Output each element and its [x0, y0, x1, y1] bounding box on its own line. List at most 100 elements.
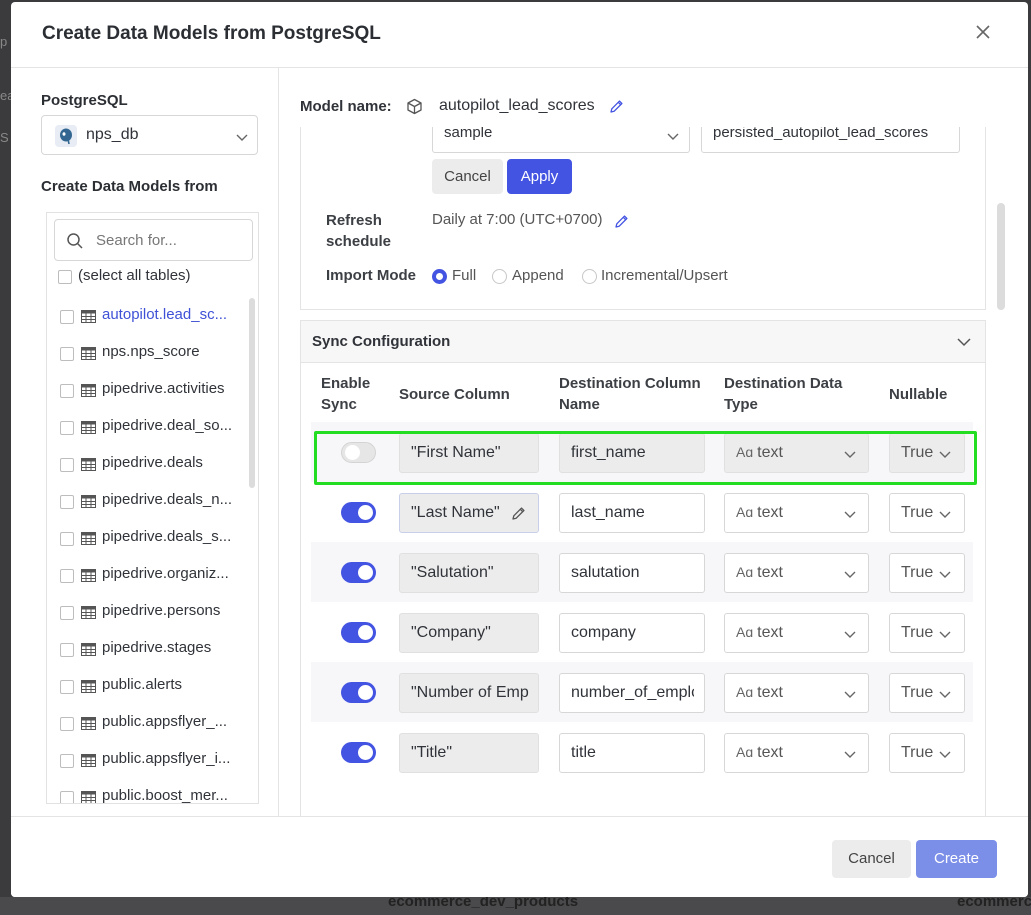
import-mode-full-label: Full — [452, 267, 477, 284]
table-icon — [81, 754, 96, 767]
table-checkbox[interactable] — [60, 458, 74, 472]
table-checkbox[interactable] — [60, 791, 74, 803]
close-icon[interactable] — [972, 21, 994, 43]
data-type-select[interactable]: Aɑ text — [724, 733, 869, 773]
toggle-knob — [358, 565, 373, 580]
pencil-icon[interactable] — [608, 98, 625, 115]
table-list-item[interactable]: nps.nps_score — [47, 335, 247, 372]
table-checkbox[interactable] — [60, 532, 74, 546]
data-type-select[interactable]: Aɑ text — [724, 553, 869, 593]
dialog-title: Create Data Models from PostgreSQL — [42, 23, 381, 44]
table-name-input[interactable]: persisted_autopilot_lead_scores — [701, 127, 960, 153]
cancel-button[interactable]: Cancel — [432, 159, 503, 194]
table-list-item[interactable]: public.appsflyer_... — [47, 705, 247, 742]
enable-sync-toggle[interactable] — [341, 562, 376, 583]
enable-sync-toggle[interactable] — [341, 442, 376, 463]
nullable-select[interactable]: True — [889, 733, 965, 773]
table-list-item[interactable]: pipedrive.deals — [47, 446, 247, 483]
data-type-select[interactable]: Aɑ text — [724, 493, 869, 533]
data-type-value: text — [757, 504, 783, 521]
data-type-select[interactable]: Aɑ text — [724, 673, 869, 713]
destination-name-input[interactable]: salutation — [559, 553, 705, 593]
source-column-cell[interactable]: "Last Name" — [399, 493, 539, 533]
text-type-icon: Aɑ — [736, 504, 754, 520]
import-mode-full-radio[interactable] — [432, 269, 447, 284]
table-list-item[interactable]: pipedrive.activities — [47, 372, 247, 409]
settings-scrollbar[interactable] — [997, 203, 1005, 310]
chevron-down-icon[interactable] — [957, 335, 971, 349]
nullable-select[interactable]: True — [889, 553, 965, 593]
import-mode-append-label: Append — [512, 267, 564, 284]
destination-name-input[interactable]: title — [559, 733, 705, 773]
table-checkbox[interactable] — [60, 347, 74, 361]
model-settings: sample persisted_autopilot_lead_scores C… — [300, 127, 986, 310]
pencil-icon[interactable] — [510, 505, 527, 522]
enable-sync-toggle[interactable] — [341, 682, 376, 703]
table-icon — [81, 606, 96, 619]
create-button[interactable]: Create — [916, 840, 997, 878]
table-list-item[interactable]: pipedrive.deals_n... — [47, 483, 247, 520]
select-all-checkbox[interactable] — [58, 270, 72, 284]
sync-config-header[interactable]: Sync Configuration — [301, 321, 985, 363]
chevron-down-icon — [939, 691, 951, 698]
tables-scrollbar[interactable] — [249, 298, 255, 488]
table-icon — [81, 643, 96, 656]
table-list-item[interactable]: public.appsflyer_i... — [47, 742, 247, 779]
table-icon — [81, 310, 96, 323]
data-type-select[interactable]: Aɑ text — [724, 613, 869, 653]
nullable-select: True — [889, 433, 965, 473]
table-list-item[interactable]: pipedrive.persons — [47, 594, 247, 631]
import-mode-append-radio[interactable] — [492, 269, 507, 284]
nullable-value: True — [901, 504, 934, 521]
table-checkbox[interactable] — [60, 310, 74, 324]
table-name: public.alerts — [102, 676, 183, 693]
footer-cancel-button[interactable]: Cancel — [832, 840, 911, 878]
schema-select[interactable]: sample — [432, 127, 690, 153]
search-input[interactable] — [94, 230, 244, 250]
destination-name-input[interactable]: number_of_emplo — [559, 673, 705, 713]
chevron-down-icon — [939, 631, 951, 638]
nullable-select[interactable]: True — [889, 673, 965, 713]
table-list-item[interactable]: public.alerts — [47, 668, 247, 705]
nullable-select[interactable]: True — [889, 613, 965, 653]
sync-row: "Company" company Aɑ text True — [311, 602, 973, 662]
destination-name-value: title — [571, 744, 596, 761]
destination-name-input[interactable]: last_name — [559, 493, 705, 533]
table-checkbox[interactable] — [60, 384, 74, 398]
table-list-item[interactable]: autopilot.lead_sc... — [47, 298, 247, 335]
table-checkbox[interactable] — [60, 717, 74, 731]
table-checkbox[interactable] — [60, 754, 74, 768]
destination-name-input[interactable]: company — [559, 613, 705, 653]
table-checkbox[interactable] — [60, 421, 74, 435]
table-checkbox[interactable] — [60, 680, 74, 694]
apply-button[interactable]: Apply — [507, 159, 572, 194]
table-list-item[interactable]: public.boost_mer... — [47, 779, 247, 803]
enable-sync-toggle[interactable] — [341, 502, 376, 523]
text-type-icon: Aɑ — [736, 744, 754, 760]
table-list-item[interactable]: pipedrive.deals_s... — [47, 520, 247, 557]
table-checkbox[interactable] — [60, 495, 74, 509]
destination-name-value: company — [571, 624, 636, 641]
table-list-item[interactable]: pipedrive.deal_so... — [47, 409, 247, 446]
table-icon — [81, 347, 96, 360]
table-list-item[interactable]: pipedrive.stages — [47, 631, 247, 668]
table-checkbox[interactable] — [60, 606, 74, 620]
import-mode-incremental-radio[interactable] — [582, 269, 597, 284]
postgresql-label: PostgreSQL — [41, 92, 128, 109]
chevron-down-icon — [667, 133, 679, 140]
table-icon — [81, 569, 96, 582]
table-list-item[interactable]: pipedrive.organiz... — [47, 557, 247, 594]
database-select[interactable]: nps_db — [41, 115, 258, 155]
table-name: public.appsflyer_i... — [102, 750, 231, 767]
nullable-select[interactable]: True — [889, 493, 965, 533]
table-icon — [81, 532, 96, 545]
data-type-value: text — [757, 684, 783, 701]
enable-sync-toggle[interactable] — [341, 622, 376, 643]
table-search[interactable] — [54, 219, 253, 261]
toggle-knob — [358, 505, 373, 520]
enable-sync-toggle[interactable] — [341, 742, 376, 763]
pencil-icon[interactable] — [613, 213, 630, 230]
nullable-value: True — [901, 444, 934, 461]
table-checkbox[interactable] — [60, 569, 74, 583]
table-checkbox[interactable] — [60, 643, 74, 657]
